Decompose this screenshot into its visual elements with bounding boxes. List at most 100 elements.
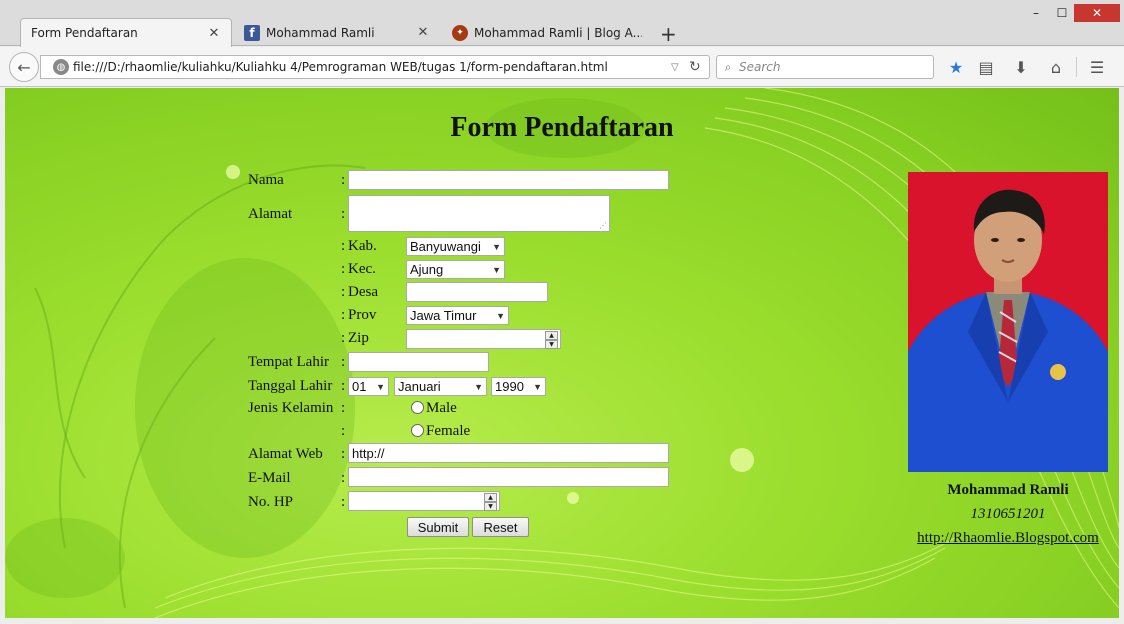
chevron-down-icon: ▼	[533, 381, 542, 392]
alamat-textarea[interactable]: ⋰	[348, 195, 610, 232]
url-text: file:///D:/rhaomlie/kuliahku/Kuliahku 4/…	[73, 60, 608, 74]
reset-button[interactable]: Reset	[472, 517, 529, 537]
blog-icon: ✦	[452, 24, 468, 41]
tab-title: Mohammad Ramli	[266, 25, 375, 40]
spin-down-icon[interactable]: ▼	[545, 340, 558, 349]
spinner-arrows[interactable]: ▲ ▼	[545, 331, 558, 349]
profile-nim: 1310651201	[970, 506, 1046, 522]
colon: :	[341, 238, 346, 254]
colon: :	[341, 172, 346, 188]
zip-label: Zip	[348, 330, 369, 346]
email-label: E-Mail	[248, 470, 291, 486]
colon: :	[341, 354, 346, 370]
day-value: 01	[352, 379, 367, 394]
navigation-bar: ← ◍ file:///D:/rhaomlie/kuliahku/Kuliahk…	[0, 47, 1124, 87]
chevron-down-icon: ▼	[492, 264, 501, 275]
prov-value: Jawa Timur	[410, 308, 477, 323]
prov-select[interactable]: Jawa Timur ▼	[406, 306, 509, 325]
colon: :	[341, 330, 346, 346]
spin-down-icon[interactable]: ▼	[484, 502, 497, 511]
tanggal-month-select[interactable]: Januari ▼	[394, 377, 487, 396]
new-tab-icon[interactable]: +	[660, 22, 677, 46]
tab-title: Form Pendaftaran	[31, 26, 138, 40]
search-input[interactable]: ⌕ Search	[716, 55, 934, 79]
home-icon[interactable]: ⌂	[1045, 57, 1067, 77]
colon: :	[341, 494, 346, 510]
no-hp-number-input[interactable]: ▲ ▼	[348, 491, 500, 511]
download-icon[interactable]: ⬇	[1010, 57, 1032, 77]
colon: :	[341, 470, 346, 486]
maximize-icon[interactable]: ☐	[1050, 4, 1074, 22]
spin-up-icon[interactable]: ▲	[545, 331, 558, 340]
close-tab-icon[interactable]: ✕	[416, 25, 430, 40]
colon: :	[341, 284, 346, 300]
chevron-down-icon: ▼	[492, 241, 501, 252]
search-placeholder: Search	[739, 60, 781, 74]
close-window-icon[interactable]: ✕	[1074, 4, 1120, 22]
kab-value: Banyuwangi	[410, 239, 481, 254]
bookmark-star-icon[interactable]: ★	[945, 57, 967, 77]
year-value: 1990	[495, 379, 524, 394]
colon: :	[341, 261, 346, 277]
colon: :	[341, 423, 346, 439]
tanggal-year-select[interactable]: 1990 ▼	[491, 377, 546, 396]
month-value: Januari	[398, 379, 441, 394]
male-label: Male	[426, 400, 457, 416]
chevron-down-icon: ▼	[496, 310, 505, 321]
bookmarks-list-icon[interactable]: ▤	[975, 57, 997, 77]
kec-value: Ajung	[410, 262, 444, 277]
dropdown-arrow-icon[interactable]: ▽	[671, 62, 689, 73]
globe-icon: ◍	[53, 59, 69, 75]
jenis-kelamin-label: Jenis Kelamin	[248, 400, 334, 416]
kab-select[interactable]: Banyuwangi ▼	[406, 237, 505, 256]
person-portrait-icon	[908, 172, 1108, 472]
colon: :	[341, 446, 346, 462]
kec-select[interactable]: Ajung ▼	[406, 260, 505, 279]
desa-label: Desa	[348, 284, 378, 300]
spinner-arrows[interactable]: ▲ ▼	[484, 493, 497, 511]
spin-up-icon[interactable]: ▲	[484, 493, 497, 502]
colon: :	[341, 378, 346, 394]
tab-facebook[interactable]: f Mohammad Ramli ✕	[234, 18, 440, 47]
male-radio[interactable]	[411, 401, 424, 414]
reload-icon[interactable]: ↻	[689, 59, 709, 75]
desa-input[interactable]	[406, 282, 548, 302]
minimize-icon[interactable]: –	[1024, 4, 1048, 22]
nama-label: Nama	[248, 172, 284, 188]
colon: :	[341, 400, 346, 416]
tempat-lahir-input[interactable]	[348, 352, 489, 372]
submit-button[interactable]: Submit	[407, 517, 469, 537]
alamat-web-label: Alamat Web	[248, 446, 323, 462]
zip-number-input[interactable]: ▲ ▼	[406, 329, 561, 349]
colon: :	[341, 307, 346, 323]
back-arrow-icon[interactable]: ←	[9, 52, 39, 82]
female-radio[interactable]	[411, 424, 424, 437]
tanggal-lahir-label: Tanggal Lahir	[248, 378, 333, 394]
email-input[interactable]	[348, 467, 669, 487]
tab-form-pendaftaran[interactable]: Form Pendaftaran ✕	[20, 18, 232, 47]
profile-name: Mohammad Ramli	[947, 482, 1069, 498]
resize-grip-icon[interactable]: ⋰	[599, 221, 607, 230]
alamat-web-input[interactable]: http://	[348, 443, 669, 463]
tab-title: Mohammad Ramli | Blog A...	[474, 25, 642, 40]
menu-icon[interactable]: ☰	[1086, 57, 1108, 77]
kab-label: Kab.	[348, 238, 377, 254]
tab-blog[interactable]: ✦ Mohammad Ramli | Blog A...	[442, 18, 652, 47]
chevron-down-icon: ▼	[376, 381, 385, 392]
url-bar[interactable]: ◍ file:///D:/rhaomlie/kuliahku/Kuliahku …	[40, 55, 710, 79]
alamat-label: Alamat	[248, 206, 293, 222]
nama-input[interactable]	[348, 170, 669, 190]
tanggal-day-select[interactable]: 01 ▼	[348, 377, 389, 396]
close-tab-icon[interactable]: ✕	[207, 26, 221, 41]
facebook-icon: f	[244, 24, 260, 41]
colon: :	[341, 206, 346, 222]
chevron-down-icon: ▼	[474, 381, 483, 392]
profile-photo	[908, 172, 1108, 472]
page-title: Form Pendaftaran	[450, 112, 674, 143]
kec-label: Kec.	[348, 261, 376, 277]
tab-bar: Form Pendaftaran ✕ f Mohammad Ramli ✕ ✦ …	[0, 0, 1124, 47]
tempat-lahir-label: Tempat Lahir	[248, 354, 329, 370]
female-label: Female	[426, 423, 471, 439]
toolbar-divider	[1076, 57, 1077, 77]
profile-blog-link[interactable]: http://Rhaomlie.Blogspot.com	[900, 530, 1116, 547]
